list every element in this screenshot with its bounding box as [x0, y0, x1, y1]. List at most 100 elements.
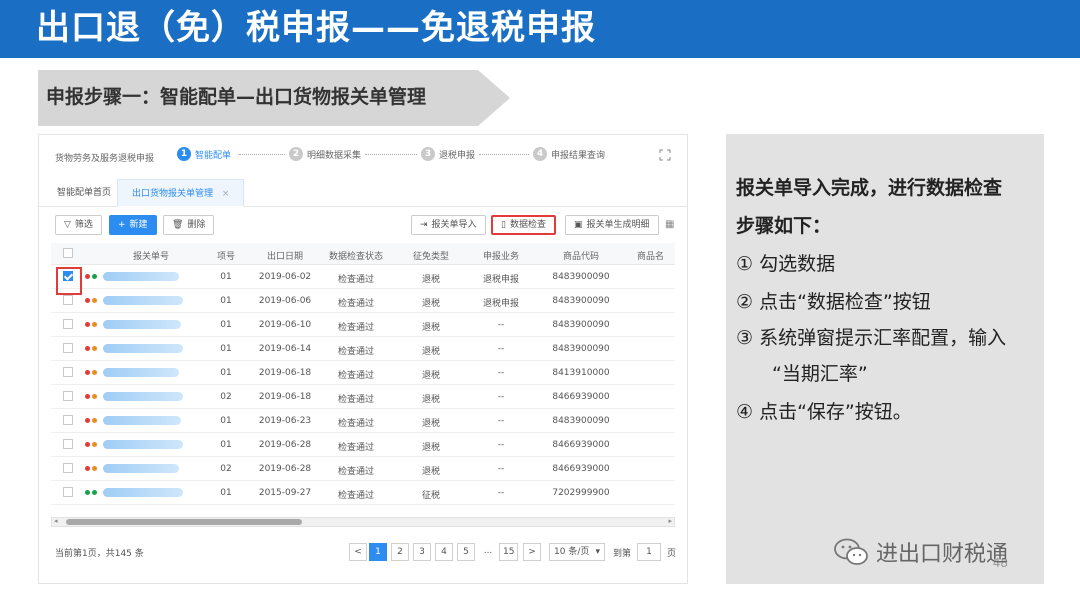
row-checkbox[interactable] [63, 463, 73, 473]
tab-label: 智能配单首页 [57, 188, 112, 198]
row-checkbox[interactable] [63, 343, 73, 353]
row-checkbox[interactable] [63, 415, 73, 425]
col-header[interactable]: 数据检查状态 [321, 249, 391, 262]
table-row[interactable]: 01 2019-06-28 检查通过 退税 -- 8466939000 [51, 433, 675, 457]
tab-declaration-management[interactable]: 出口货物报关单管理 × [117, 179, 245, 207]
select-all-checkbox[interactable] [63, 248, 73, 258]
step-connector [479, 154, 529, 155]
delete-button[interactable]: 🗑 删除 [163, 215, 215, 235]
wizard-step-3[interactable]: 3 退税申报 [421, 147, 475, 161]
row-checkbox[interactable] [63, 439, 73, 449]
tab-home[interactable]: 智能配单首页 [43, 179, 125, 207]
scroll-left-icon[interactable]: ◂ [54, 517, 58, 525]
next-page-button[interactable]: > [523, 543, 541, 561]
page-button[interactable]: 5 [457, 543, 475, 561]
levy-type: 征税 [421, 491, 440, 501]
goto-page-input[interactable]: 1 [637, 543, 661, 561]
wizard-step-4[interactable]: 4 申报结果查询 [533, 147, 605, 161]
status-dot [92, 298, 97, 303]
table-row[interactable]: 02 2019-06-18 检查通过 退税 -- 8466939000 [51, 385, 675, 409]
table-row[interactable]: 01 2019-06-14 检查通过 退税 -- 8483900090 [51, 337, 675, 361]
horizontal-scrollbar[interactable]: ◂ ▸ [51, 517, 675, 527]
page-button[interactable]: 2 [391, 543, 409, 561]
row-checkbox[interactable] [63, 319, 73, 329]
step-number: 1 [177, 147, 191, 161]
status-dot [92, 466, 97, 471]
document-icon: ▯ [501, 220, 506, 230]
check-status: 检查通过 [337, 491, 374, 501]
export-date: 2019-06-18 [258, 392, 312, 402]
col-header[interactable]: 商品名 [637, 249, 677, 262]
check-status: 检查通过 [337, 371, 374, 381]
status-dot [85, 442, 90, 447]
goto-suffix: 页 [667, 549, 677, 559]
page-button[interactable]: 4 [435, 543, 453, 561]
row-checkbox[interactable] [63, 367, 73, 377]
tab-label: 出口货物报关单管理 [132, 189, 214, 199]
status-dot [92, 274, 97, 279]
levy-type: 退税 [421, 419, 440, 429]
declaration-business: -- [497, 344, 505, 354]
commodity-code: 8466939000 [552, 392, 610, 402]
col-header[interactable]: 商品代码 [541, 249, 621, 262]
col-header[interactable]: 出口日期 [255, 249, 315, 262]
page-button[interactable]: 3 [413, 543, 431, 561]
prev-page-button[interactable]: < [349, 543, 367, 561]
page-size-select[interactable]: 10 条/页 ▾ [549, 543, 605, 561]
page-button[interactable]: 1 [369, 543, 387, 561]
import-button[interactable]: ⇥ 报关单导入 [411, 215, 486, 235]
column-settings-icon[interactable]: ▦ [665, 219, 674, 230]
check-status: 检查通过 [337, 443, 374, 453]
table-row[interactable]: 01 2015-09-27 检查通过 征税 -- 7202999900 [51, 481, 675, 505]
table-row[interactable]: 02 2019-06-28 检查通过 退税 -- 8466939000 [51, 457, 675, 481]
row-checkbox[interactable] [63, 391, 73, 401]
item-number: 01 [220, 272, 232, 282]
wizard-step-1[interactable]: 1 智能配单 [177, 147, 231, 161]
scroll-thumb[interactable] [66, 519, 302, 525]
item-number: 01 [220, 320, 232, 330]
app-window: 货物劳务及服务退税申报 1 智能配单 2 明细数据采集 3 退税申报 4 申报结… [38, 134, 688, 584]
table-row[interactable]: 01 2019-06-18 检查通过 退税 -- 8413910000 [51, 361, 675, 385]
table-row[interactable]: 01 2019-06-10 检查通过 退税 -- 8483900090 [51, 313, 675, 337]
filter-button[interactable]: ▽ 筛选 [55, 215, 102, 235]
close-icon[interactable]: × [222, 189, 230, 199]
row-checkbox[interactable] [63, 295, 73, 305]
col-header[interactable]: 报关单号 [111, 249, 191, 262]
table-row[interactable]: 01 2019-06-06 检查通过 退税 退税申报 8483900090 [51, 289, 675, 313]
wizard-step-2[interactable]: 2 明细数据采集 [289, 147, 361, 161]
status-dot [85, 370, 90, 375]
page-button[interactable]: 15 [499, 543, 519, 561]
scroll-right-icon[interactable]: ▸ [668, 517, 672, 525]
status-dot [85, 466, 90, 471]
col-header[interactable]: 征免类型 [401, 249, 461, 262]
fullscreen-icon[interactable] [659, 149, 671, 161]
levy-type: 退税 [421, 371, 440, 381]
row-checkbox[interactable] [63, 487, 73, 497]
export-date: 2019-06-06 [258, 296, 312, 306]
table-row[interactable]: 01 2019-06-02 检查通过 退税 退税申报 8483900090 [51, 265, 675, 289]
commodity-code: 7202999900 [552, 488, 610, 498]
breadcrumb: 货物劳务及服务退税申报 [55, 154, 155, 164]
item-number: 01 [220, 440, 232, 450]
export-date: 2019-06-14 [258, 344, 312, 354]
levy-type: 退税 [421, 395, 440, 405]
levy-type: 退税 [421, 443, 440, 453]
generate-details-button[interactable]: ▣ 报关单生成明细 [565, 215, 659, 235]
col-header[interactable]: 申报业务 [471, 249, 531, 262]
slide-title: 出口退（免）税申报——免退税申报 [36, 8, 596, 48]
export-date: 2019-06-23 [258, 416, 312, 426]
table-row[interactable]: 01 2019-06-23 检查通过 退税 -- 8483900090 [51, 409, 675, 433]
new-button[interactable]: + 新建 [109, 215, 157, 235]
status-dot [92, 322, 97, 327]
filter-label: 筛选 [74, 220, 93, 230]
instruction-line: ④ 点击“保存”按钮。 [736, 401, 912, 423]
col-header[interactable]: 项号 [201, 249, 251, 262]
data-check-button[interactable]: ▯ 数据检查 [491, 215, 556, 235]
levy-type: 退税 [421, 299, 440, 309]
step-label: 申报结果查询 [551, 150, 606, 161]
step-number: 2 [289, 147, 303, 161]
status-dot [85, 394, 90, 399]
item-number: 01 [220, 488, 232, 498]
commodity-code: 8483900090 [552, 344, 610, 354]
instruction-line: ③ 系统弹窗提示汇率配置，输入 [736, 327, 1007, 349]
